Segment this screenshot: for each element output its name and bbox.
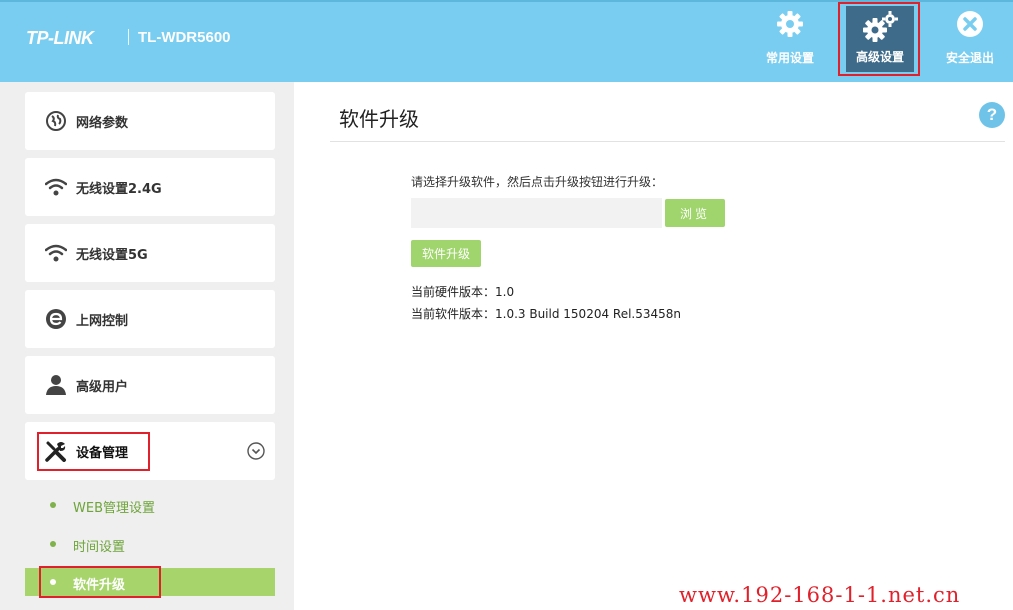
top-header: TP-LINK TL-WDR5600 常用设置 高级设置 安全退出 bbox=[0, 0, 1013, 82]
sidebar-subitem-web-management[interactable]: WEB管理设置 bbox=[25, 491, 275, 519]
sidebar-item-wireless-5g[interactable]: 无线设置5G bbox=[25, 224, 275, 282]
brand-logo: TP-LINK bbox=[26, 28, 94, 48]
upgrade-button[interactable]: 软件升级 bbox=[411, 240, 481, 267]
gear-icon bbox=[755, 10, 825, 42]
sidebar-item-label: 网络参数 bbox=[76, 116, 129, 131]
sidebar-item-label: 高级用户 bbox=[76, 380, 129, 395]
sidebar-item-advanced-users[interactable]: 高级用户 bbox=[25, 356, 275, 414]
nav-common-settings[interactable]: 常用设置 bbox=[755, 0, 825, 82]
bullet-dot bbox=[50, 502, 56, 508]
user-icon bbox=[45, 374, 67, 396]
sidebar-item-network[interactable]: 网络参数 bbox=[25, 92, 275, 150]
brand-separator bbox=[128, 29, 129, 45]
globe-icon bbox=[45, 110, 67, 132]
bullet-dot bbox=[50, 541, 56, 547]
internet-e-icon bbox=[45, 308, 67, 330]
wifi-icon bbox=[44, 176, 68, 198]
sidebar-item-label: 无线设置5G bbox=[76, 248, 148, 263]
help-icon[interactable]: ? bbox=[979, 102, 1005, 128]
annotation-box-firmware-upgrade bbox=[39, 566, 161, 598]
firmware-file-input[interactable] bbox=[411, 198, 662, 228]
sidebar-subitem-time-settings[interactable]: 时间设置 bbox=[25, 530, 275, 558]
software-version: 当前软件版本：1.0.3 Build 150204 Rel.53458n bbox=[411, 307, 682, 321]
sidebar-item-wireless-24g[interactable]: 无线设置2.4G bbox=[25, 158, 275, 216]
watermark-text: www.192-168-1-1.net.cn bbox=[679, 583, 961, 607]
annotation-box-device-management bbox=[37, 432, 150, 471]
title-divider bbox=[330, 141, 1005, 142]
page-title: 软件升级 bbox=[339, 107, 419, 131]
sidebar-item-internet-control[interactable]: 上网控制 bbox=[25, 290, 275, 348]
nav-logout[interactable]: 安全退出 bbox=[935, 0, 1005, 82]
wifi-icon bbox=[44, 242, 68, 264]
annotation-box-advanced bbox=[838, 2, 920, 76]
upgrade-instruction: 请选择升级软件，然后点击升级按钮进行升级： bbox=[411, 175, 664, 189]
sidebar-item-label: 上网控制 bbox=[76, 314, 129, 329]
close-icon bbox=[935, 10, 1005, 42]
model-name: TL-WDR5600 bbox=[138, 29, 231, 46]
sidebar-subitem-label: 时间设置 bbox=[73, 540, 126, 555]
sidebar-item-label: 无线设置2.4G bbox=[76, 182, 162, 197]
browse-button[interactable]: 浏览 bbox=[665, 199, 725, 227]
nav-logout-label: 安全退出 bbox=[945, 51, 994, 65]
sidebar-subitem-label: WEB管理设置 bbox=[73, 501, 155, 516]
hardware-version: 当前硬件版本：1.0 bbox=[411, 285, 515, 299]
chevron-down-icon[interactable] bbox=[247, 442, 265, 460]
nav-common-label: 常用设置 bbox=[765, 51, 814, 65]
